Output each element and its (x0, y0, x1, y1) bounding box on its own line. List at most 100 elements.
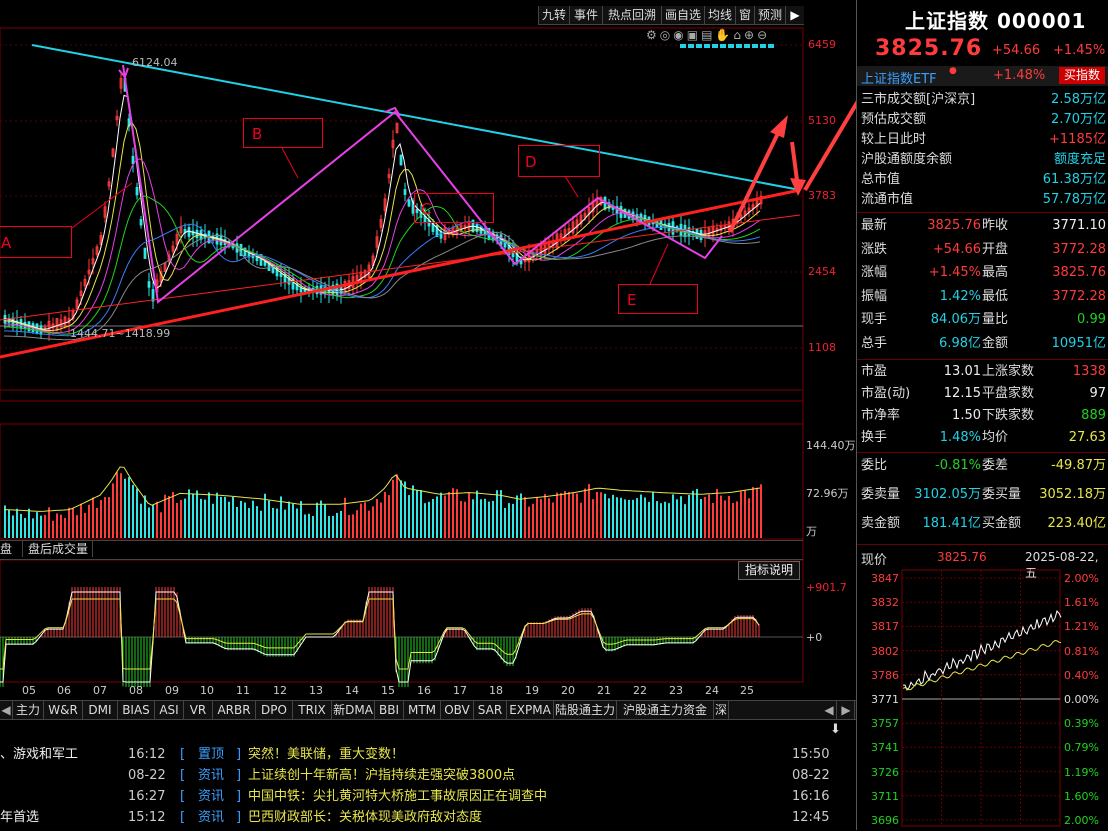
indicator-tab[interactable]: MTM (404, 701, 441, 719)
volume-bar (372, 506, 374, 538)
toolbar-forecast-button[interactable]: 预测 (754, 6, 785, 24)
indicator-tab[interactable]: VR (184, 701, 213, 719)
news-row[interactable]: 、游戏和军工 16:12 [置顶] 突然！美联储，重大变数！ 15:50 (0, 744, 856, 765)
indicator-tab[interactable]: EXPMA (507, 701, 554, 719)
indicator-tab[interactable]: 主力 (13, 701, 44, 719)
indicator-tab[interactable]: 沪股通主力资金 (617, 701, 714, 719)
volume-tab-pan[interactable]: 盘 (0, 541, 23, 557)
indicator-tab[interactable]: TRIX (293, 701, 332, 719)
kline-chart-area[interactable]: 九转 事件 热点回溯 画自选 均线 窗 预测 ▶ ⚙◎◉▣▤✋⌂⊕⊖ 6459 … (0, 0, 856, 831)
indicator-tab[interactable]: 新DMA (332, 701, 375, 719)
indicator-axis-zero: +0 (806, 631, 823, 644)
indicator-tab[interactable]: DMI (83, 701, 118, 719)
volume-bar (320, 500, 322, 538)
candle-body (399, 154, 403, 166)
volume-bar (556, 492, 558, 538)
volume-bar (476, 490, 478, 538)
volume-bar (504, 507, 506, 538)
trash-icon[interactable]: ▤ (701, 28, 715, 42)
indicator-axis-top: +901.7 (806, 581, 847, 594)
toolbar-draw-button[interactable]: 画自选 (661, 6, 704, 24)
volume-bar (284, 509, 286, 538)
news-row[interactable]: 16:27 [资讯] 中国中铁：尖扎黄河特大桥施工事故原因正在调查中 16:16 (0, 786, 856, 807)
zoom-in-icon[interactable]: ⊕ (744, 28, 757, 42)
home-icon[interactable]: ⌂ (733, 28, 744, 42)
volume-bar (148, 507, 150, 538)
toolbar-event-button[interactable]: 事件 (569, 6, 602, 24)
volume-bar (676, 499, 678, 538)
news-row[interactable]: 年首选 15:12 [资讯] 巴西财政部长：关税体现美政府敌对态度 12:45 (0, 807, 856, 828)
intraday-price-axis-label: 3771 (871, 693, 899, 706)
toolbar-jiuzhuan-button[interactable]: 九转 (538, 6, 569, 24)
volume-bar (548, 498, 550, 538)
volume-bar (756, 487, 758, 538)
toolbar-hotspot-button[interactable]: 热点回溯 (602, 6, 661, 24)
indicator-tab[interactable]: ARBR (213, 701, 256, 719)
quote-label: 涨幅 (861, 265, 888, 280)
layers-icon[interactable]: ◎ (660, 28, 673, 42)
candle-body (131, 155, 135, 165)
indicator-tab[interactable]: W&R (44, 701, 83, 719)
news-download-icon[interactable]: ⬇ (830, 722, 841, 737)
indicator-help-button[interactable]: 指标说明 (738, 561, 800, 580)
volume-bar (260, 510, 262, 538)
volume-bar (252, 500, 254, 538)
tab-scroll-left-icon[interactable]: ◀ (0, 701, 13, 719)
volume-tab-after-hours[interactable]: 盘后成交量 (24, 541, 93, 557)
quote-price: 3825.76 (875, 36, 983, 61)
candle-body (407, 199, 411, 207)
quote-label: 振幅 (861, 288, 888, 304)
indicator-tab[interactable]: SAR (474, 701, 507, 719)
quote-row: 现手 84.06万 量比 0.99 (857, 309, 1108, 330)
candle-body (139, 219, 143, 226)
quote-label: 委差 (982, 458, 1009, 473)
news-row[interactable]: 08-22 [资讯] 上证续创十年新高！沪指持续走强突破3800点 08-22 (0, 765, 856, 786)
volume-bar (448, 491, 450, 538)
volume-bar (404, 481, 406, 538)
indicator-tab[interactable]: ASI (155, 701, 184, 719)
volume-bar (616, 497, 618, 538)
indicator-tab[interactable]: DPO (256, 701, 293, 719)
news-category-text: 年首选 (0, 810, 40, 825)
hand-icon[interactable]: ✋ (715, 28, 733, 42)
volume-bar (312, 515, 314, 538)
eye-icon[interactable]: ◉ (673, 28, 686, 42)
volume-bar (196, 490, 198, 538)
volume-bar (8, 509, 10, 538)
quote-value: 181.41亿 (922, 516, 982, 531)
toolbar-play-icon[interactable]: ▶ (785, 6, 804, 24)
news-title: 巴西财政部长：关税体现美政府敌对态度 (248, 810, 483, 825)
volume-bar (464, 501, 466, 538)
indicator-tab[interactable]: 陆股通主力资金 (554, 701, 617, 735)
volume-bar (572, 492, 574, 538)
volume-axis-max: 144.40万 (806, 439, 856, 452)
indicator-tab[interactable]: BIAS (118, 701, 155, 719)
volume-bar (672, 494, 674, 538)
indicator-tab[interactable]: BBI (375, 701, 404, 719)
zoom-out-icon[interactable]: ⊖ (757, 28, 770, 42)
indicator-tab[interactable]: 深 (714, 701, 729, 719)
quote-label: 换手 (861, 430, 888, 445)
tab-scroll-left2-icon[interactable]: ◀ (822, 701, 837, 719)
intraday-price-axis-label: 3817 (871, 620, 899, 634)
etf-name[interactable]: 上证指数ETF (861, 68, 937, 87)
toolbar-window-button[interactable]: 窗 (735, 6, 754, 24)
price-axis-1108: 1108 (808, 341, 836, 354)
quote-label: 市净率 (861, 408, 901, 423)
intraday-price-axis-label: 3711 (871, 789, 899, 803)
volume-bar (744, 490, 746, 538)
summary-label: 三市成交额[沪深京] (861, 92, 976, 107)
volume-bar (456, 489, 458, 538)
news-bracket-close: ] (236, 789, 242, 804)
intraday-pct-axis-label: 2.00% (1064, 572, 1099, 585)
quote-row: 委比 -0.81% 委差 -49.87万 (857, 455, 1108, 476)
tab-scroll-right-icon[interactable]: ▶ (838, 701, 855, 719)
volume-bar (376, 499, 378, 538)
quote-row: 振幅 1.42% 最低 3772.28 (857, 286, 1108, 307)
lock-icon[interactable]: ▣ (687, 28, 701, 42)
volume-bar (480, 499, 482, 538)
buy-index-button[interactable]: 买指数 (1059, 67, 1105, 84)
toolbar-ma-button[interactable]: 均线 (704, 6, 735, 24)
indicator-tab[interactable]: OBV (441, 701, 474, 719)
settings-icon[interactable]: ⚙ (646, 28, 660, 42)
